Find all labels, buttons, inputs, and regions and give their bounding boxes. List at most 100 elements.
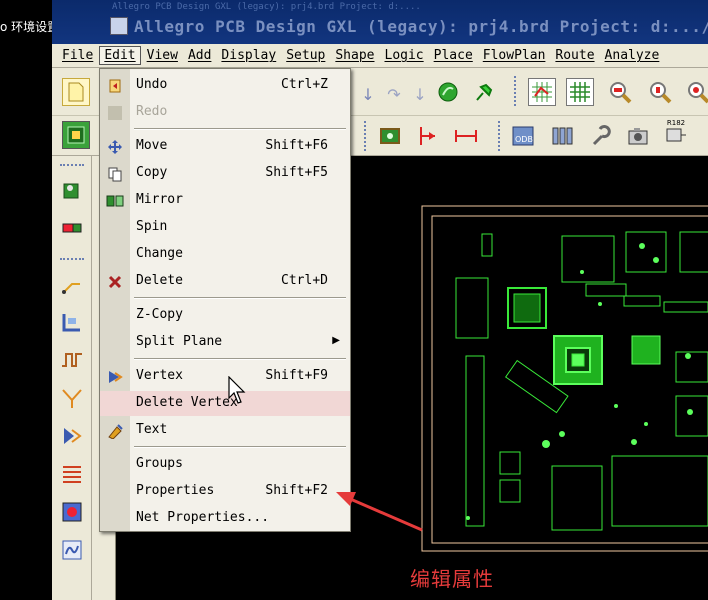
undo-icon bbox=[106, 77, 124, 95]
odb-export-icon[interactable]: ODB bbox=[510, 122, 538, 150]
menu-display[interactable]: Display bbox=[217, 47, 280, 64]
camera-icon[interactable] bbox=[624, 122, 652, 150]
board-view-icon[interactable] bbox=[62, 121, 90, 149]
net-properties-label: Net Properties... bbox=[136, 510, 270, 525]
menu-analyze[interactable]: Analyze bbox=[601, 47, 664, 64]
layer-panels-icon[interactable] bbox=[548, 122, 576, 150]
menu-setup[interactable]: Setup bbox=[282, 47, 329, 64]
menu-item-text[interactable]: Text bbox=[100, 418, 350, 443]
grid-red-icon[interactable] bbox=[528, 78, 556, 106]
menu-route[interactable]: Route bbox=[551, 47, 598, 64]
menu-item-groups[interactable]: Groups bbox=[100, 452, 350, 477]
zoom-in-icon[interactable] bbox=[606, 78, 634, 106]
menu-item-vertex[interactable]: Vertex Shift+F9 bbox=[100, 364, 350, 389]
spin-label: Spin bbox=[136, 219, 168, 234]
copy-label: Copy bbox=[136, 165, 168, 180]
menu-item-properties[interactable]: Properties Shift+F2 bbox=[100, 479, 350, 504]
split-plane-label: Split Plane bbox=[136, 334, 223, 349]
refdes-icon[interactable]: R182 bbox=[662, 118, 690, 146]
green-leaf-icon[interactable] bbox=[434, 78, 462, 106]
toolbar2-grip-1[interactable] bbox=[364, 121, 367, 151]
menu-separator-1 bbox=[134, 128, 346, 130]
z-copy-label: Z-Copy bbox=[136, 307, 183, 322]
undo-shortcut: Ctrl+Z bbox=[281, 77, 328, 92]
menu-item-z-copy[interactable]: Z-Copy bbox=[100, 303, 350, 328]
down-arrow-icon[interactable]: ↓ bbox=[354, 80, 382, 108]
menu-item-change[interactable]: Change bbox=[100, 242, 350, 267]
measure-icon[interactable] bbox=[452, 122, 480, 150]
faded-title: Allegro PCB Design GXL (legacy): prj4.br… bbox=[112, 2, 421, 12]
mirror-label: Mirror bbox=[136, 192, 183, 207]
menu-item-move[interactable]: Move Shift+F6 bbox=[100, 134, 350, 159]
caption-text: o 环境设置 bbox=[0, 20, 60, 34]
title-bar[interactable]: Allegro PCB Design GXL (legacy): prj4.br… bbox=[52, 0, 708, 44]
gloss-icon[interactable] bbox=[58, 498, 86, 526]
redo-arrow-icon[interactable]: ↷ bbox=[380, 80, 408, 108]
wrench-icon[interactable] bbox=[586, 122, 614, 150]
menu-separator-4 bbox=[134, 446, 346, 448]
menu-separator-3 bbox=[134, 358, 346, 360]
text-icon bbox=[106, 422, 124, 440]
menu-item-delete[interactable]: Delete Ctrl+D bbox=[100, 269, 350, 294]
menu-item-delete-vertex[interactable]: Delete Vertex bbox=[100, 391, 350, 416]
window-title: Allegro PCB Design GXL (legacy): prj4.br… bbox=[134, 17, 708, 36]
menu-shape[interactable]: Shape bbox=[331, 47, 378, 64]
connect-pad-icon[interactable] bbox=[58, 214, 86, 242]
menu-view[interactable]: View bbox=[143, 47, 182, 64]
menu-item-net-properties[interactable]: Net Properties... bbox=[100, 506, 350, 531]
vertex-tool-icon[interactable] bbox=[58, 422, 86, 450]
menu-logic[interactable]: Logic bbox=[381, 47, 428, 64]
menu-item-mirror[interactable]: Mirror bbox=[100, 188, 350, 213]
edit-menu-dropdown: Undo Ctrl+Z Redo Move Shift+F6 Copy Shif… bbox=[99, 68, 351, 532]
toolbar-grip[interactable] bbox=[514, 76, 517, 106]
menu-item-copy[interactable]: Copy Shift+F5 bbox=[100, 161, 350, 186]
submenu-arrow-icon: ▶ bbox=[332, 335, 340, 346]
delay-tune-icon[interactable] bbox=[58, 346, 86, 374]
redo-label: Redo bbox=[136, 104, 168, 119]
down-arrow-2-icon[interactable]: ↓ bbox=[406, 80, 434, 108]
redo-icon bbox=[106, 104, 124, 122]
annotation-label: 编辑属性 bbox=[410, 567, 494, 591]
left-toolbar-grip-2[interactable] bbox=[60, 258, 84, 261]
menu-item-undo[interactable]: Undo Ctrl+Z bbox=[100, 73, 350, 98]
odb-label: ODB bbox=[515, 135, 533, 144]
menu-item-redo[interactable]: Redo bbox=[100, 100, 350, 125]
left-toolbar bbox=[52, 156, 92, 600]
zoom-fit-icon[interactable] bbox=[684, 78, 708, 106]
slide-icon[interactable] bbox=[58, 308, 86, 336]
menu-place[interactable]: Place bbox=[430, 47, 477, 64]
spread-icon[interactable] bbox=[58, 536, 86, 564]
new-file-icon[interactable] bbox=[62, 78, 90, 106]
delete-shortcut: Ctrl+D bbox=[281, 273, 328, 288]
toolbar2-grip-2[interactable] bbox=[498, 121, 501, 151]
undo-label: Undo bbox=[136, 77, 168, 92]
menu-file[interactable]: File bbox=[58, 47, 97, 64]
menu-flowplan[interactable]: FlowPlan bbox=[479, 47, 550, 64]
dimension-icon[interactable] bbox=[414, 122, 442, 150]
add-pin-icon[interactable] bbox=[58, 176, 86, 204]
groups-label: Groups bbox=[136, 456, 183, 471]
fanout-icon[interactable] bbox=[58, 384, 86, 412]
board-components bbox=[455, 231, 708, 531]
move-icon bbox=[106, 138, 124, 156]
change-label: Change bbox=[136, 246, 183, 261]
menu-item-spin[interactable]: Spin bbox=[100, 215, 350, 240]
menu-add[interactable]: Add bbox=[184, 47, 215, 64]
vertex-label: Vertex bbox=[136, 368, 183, 383]
vertex-icon bbox=[106, 368, 124, 386]
place-component-icon[interactable] bbox=[376, 122, 404, 150]
zoom-out-icon[interactable] bbox=[646, 78, 674, 106]
move-label: Move bbox=[136, 138, 168, 153]
copy-shortcut: Shift+F5 bbox=[265, 165, 328, 180]
delete-icon bbox=[106, 273, 124, 291]
menu-bar: File Edit View Add Display Setup Shape L… bbox=[52, 44, 708, 68]
bus-route-icon[interactable] bbox=[58, 460, 86, 488]
menu-edit[interactable]: Edit bbox=[99, 46, 141, 65]
app-icon bbox=[110, 17, 128, 35]
pin-icon[interactable] bbox=[470, 78, 498, 106]
menu-item-split-plane[interactable]: Split Plane ▶ bbox=[100, 330, 350, 355]
properties-label: Properties bbox=[136, 483, 215, 498]
grid-green-icon[interactable] bbox=[566, 78, 594, 106]
left-toolbar-grip-1[interactable] bbox=[60, 164, 84, 167]
route-connect-icon[interactable] bbox=[58, 270, 86, 298]
